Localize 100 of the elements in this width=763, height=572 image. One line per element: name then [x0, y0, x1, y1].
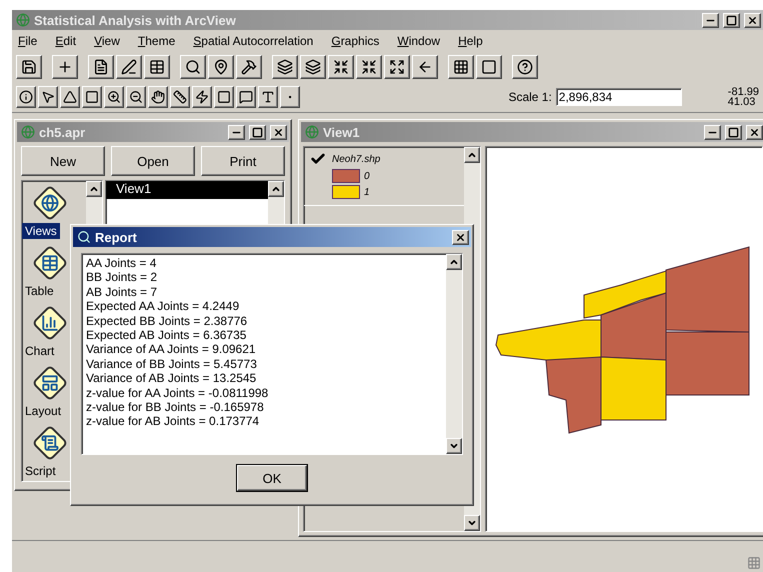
scale-label: Scale 1: — [508, 90, 552, 104]
grid-icon — [453, 59, 469, 75]
menu-item[interactable]: Help — [458, 34, 483, 48]
category-label[interactable]: Table — [22, 283, 57, 299]
minimize-button[interactable] — [704, 124, 721, 140]
coordinate-text: -81.99 — [728, 87, 759, 97]
pen-icon — [121, 59, 137, 75]
toolbar-button[interactable] — [356, 55, 382, 79]
project-button[interactable]: Open — [111, 146, 195, 176]
category-label[interactable]: Views — [22, 223, 60, 239]
lightning-icon — [195, 90, 209, 104]
toolbar-button[interactable] — [180, 55, 206, 79]
zoom-in-icon — [107, 90, 121, 104]
toolbar-button[interactable] — [412, 55, 438, 79]
menu-item[interactable]: File — [18, 34, 38, 48]
menu-item[interactable]: Window — [397, 34, 440, 48]
tool-button[interactable] — [126, 86, 146, 108]
toolbar-button[interactable] — [448, 55, 474, 79]
maximize-button[interactable] — [249, 124, 266, 140]
maximize-button[interactable] — [725, 124, 742, 140]
scrollbar[interactable] — [446, 254, 462, 454]
report-text-area[interactable] — [81, 253, 463, 455]
class-label: 1 — [363, 186, 371, 198]
ok-button[interactable]: OK — [237, 465, 307, 491]
tool-button[interactable] — [38, 86, 58, 108]
tool-button[interactable] — [16, 86, 36, 108]
toolbar-button[interactable] — [116, 55, 142, 79]
speech-bubble-icon — [239, 90, 253, 104]
square-icon — [217, 90, 231, 104]
toolbar-button[interactable] — [236, 55, 262, 79]
menu-item[interactable]: Graphics — [331, 34, 380, 48]
search-icon — [185, 59, 201, 75]
coordinate-text: 41.03 — [728, 97, 756, 107]
close-button[interactable] — [270, 124, 287, 140]
caret-down-icon — [449, 441, 459, 451]
scroll-up-button[interactable] — [446, 254, 462, 270]
report-line: Expected AB Joints = 6.36735 — [86, 328, 248, 342]
hand-icon — [151, 90, 165, 104]
zoom-out-icon — [129, 90, 143, 104]
report-line: Expected AA Joints = 4.2449 — [86, 299, 240, 314]
tool-button[interactable] — [104, 86, 124, 108]
maximize-button[interactable] — [723, 12, 740, 28]
toolbar-button[interactable] — [476, 55, 502, 79]
square-icon — [85, 90, 99, 104]
caret-down-icon — [467, 518, 477, 528]
tool-button[interactable] — [60, 86, 80, 108]
close-icon — [747, 14, 758, 26]
tool-button[interactable] — [236, 86, 256, 108]
tool-button[interactable] — [258, 86, 278, 108]
scroll-up-button[interactable] — [464, 147, 480, 163]
toolbar-button[interactable] — [300, 55, 326, 79]
menu-item[interactable]: View — [94, 34, 120, 48]
close-icon — [455, 232, 466, 242]
close-icon — [273, 126, 284, 138]
report-line: Variance of BB Joints = 5.45773 — [86, 356, 258, 372]
tool-button[interactable] — [214, 86, 234, 108]
toolbar-button[interactable] — [384, 55, 410, 79]
project-button[interactable]: New — [21, 146, 105, 176]
scroll-up-button[interactable] — [268, 181, 284, 197]
minimize-button[interactable] — [702, 12, 719, 28]
close-button[interactable] — [746, 124, 763, 140]
close-button[interactable] — [452, 230, 469, 244]
toolbar-button[interactable] — [208, 55, 234, 79]
report-line: z-value for BB Joints = -0.165978 — [86, 400, 265, 414]
toolbar-button[interactable] — [144, 55, 170, 79]
toolbar-button[interactable] — [272, 55, 298, 79]
toolbar-button[interactable] — [512, 55, 538, 79]
pin-icon — [213, 59, 229, 75]
caret-up-icon — [271, 184, 281, 194]
tool-button[interactable] — [170, 86, 190, 108]
tool-button[interactable] — [82, 86, 102, 108]
toolbar-button[interactable] — [88, 55, 114, 79]
document-item[interactable]: View1 — [106, 181, 268, 199]
text-tool-icon — [261, 90, 275, 104]
triangle-icon — [63, 90, 77, 104]
report-line: BB Joints = 2 — [86, 270, 158, 285]
app-icon — [16, 13, 30, 27]
scale-field[interactable]: 2,896,834 — [556, 88, 682, 106]
scroll-up-button[interactable] — [86, 181, 102, 197]
menu-item[interactable]: Edit — [55, 34, 76, 48]
category-label[interactable]: Chart — [22, 343, 58, 359]
menu-item[interactable]: Theme — [138, 34, 176, 48]
tool-button[interactable] — [192, 86, 212, 108]
close-button[interactable] — [744, 12, 761, 28]
scroll-down-button[interactable] — [446, 438, 462, 454]
tool-button[interactable] — [280, 86, 300, 108]
ruler-icon — [173, 90, 187, 104]
minimize-button[interactable] — [228, 124, 245, 140]
category-label[interactable]: Script — [22, 463, 59, 479]
category-label[interactable]: Layout — [22, 403, 64, 419]
toolbar-button[interactable] — [328, 55, 354, 79]
project-button[interactable]: Print — [201, 146, 285, 176]
menu-item[interactable]: Spatial Autocorrelation — [193, 34, 314, 48]
toolbar-button[interactable] — [16, 55, 42, 79]
maximize-icon — [252, 126, 263, 138]
close-icon — [749, 126, 760, 138]
report-line: z-value for AB Joints = 0.173774 — [86, 414, 260, 429]
toolbar-button[interactable] — [52, 55, 78, 79]
tool-button[interactable] — [148, 86, 168, 108]
scroll-down-button[interactable] — [464, 515, 480, 531]
